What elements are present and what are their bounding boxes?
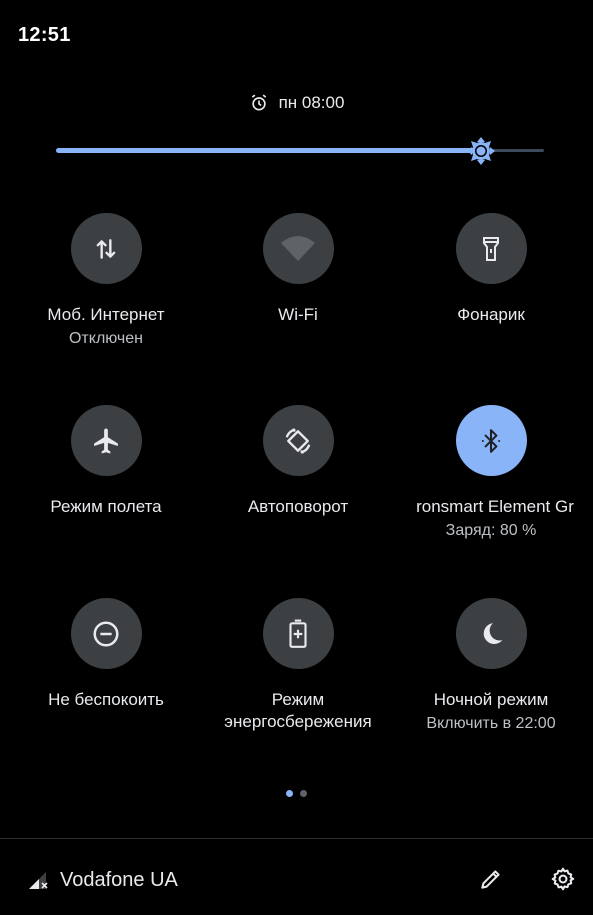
tile-airplane-mode[interactable]: Режим полета (11, 405, 201, 518)
tile-flashlight-button[interactable] (455, 213, 527, 284)
brightness-level (56, 148, 481, 153)
tile-battery-saver[interactable]: Режим энергосбережения (203, 598, 393, 733)
tile-label: Не беспокоить (48, 690, 164, 709)
airplane-icon (94, 428, 118, 453)
auto-rotate-icon (285, 428, 311, 453)
carrier-name: Vodafone UA (60, 869, 178, 891)
tile-night-mode-button[interactable] (455, 598, 527, 669)
tile-label: Режим энергосбережения (224, 690, 372, 731)
tile-status: Заряд: 80 % (445, 522, 537, 539)
mobile-data-icon (96, 238, 116, 259)
settings-gear-icon[interactable] (550, 866, 576, 892)
tile-airplane-button[interactable] (70, 405, 142, 476)
tile-label: Автоповорот (247, 497, 349, 516)
tile-auto-rotate[interactable]: Автоповорот (203, 405, 393, 518)
tile-label: Фонарик (457, 305, 525, 324)
page-indicator (0, 790, 593, 797)
tile-status: Включить в 22:00 (426, 715, 556, 732)
tile-battery-saver-button[interactable] (262, 598, 334, 669)
bluetooth-icon (481, 428, 501, 453)
night-mode-icon (483, 622, 503, 644)
tile-status: Отключен (68, 330, 143, 347)
brightness-slider[interactable] (56, 137, 544, 165)
tile-bluetooth-button[interactable] (455, 405, 527, 476)
tile-label: Моб. Интернет (47, 305, 165, 324)
tile-dnd-button[interactable] (70, 598, 142, 669)
brightness-sun-icon[interactable] (466, 136, 496, 166)
tile-label: ronsmart Element Gr (416, 497, 574, 516)
tile-wifi-button[interactable] (262, 213, 334, 284)
tile-night-mode[interactable]: Ночной режим Включить в 22:00 (396, 598, 586, 735)
tile-do-not-disturb[interactable]: Не беспокоить (11, 598, 201, 711)
footer-bar: Vodafone UA (0, 860, 593, 900)
tile-wifi[interactable]: Wi-Fi (203, 213, 393, 326)
page-dot-2[interactable] (300, 790, 307, 797)
do-not-disturb-icon (93, 621, 119, 646)
footer-divider (0, 838, 593, 839)
alarm-text: пн 08:00 (278, 93, 345, 112)
tile-label: Ночной режим (433, 690, 549, 709)
next-alarm[interactable]: пн 08:00 (0, 92, 593, 114)
tile-mobile-data-button[interactable] (70, 213, 142, 284)
alarm-clock-icon (251, 94, 266, 111)
flashlight-icon (483, 236, 499, 261)
tile-label: Wi-Fi (278, 305, 318, 324)
page-dot-1[interactable] (286, 790, 293, 797)
edit-pencil-icon[interactable] (478, 866, 504, 892)
battery-saver-icon (289, 619, 307, 648)
tile-label: Режим полета (50, 497, 162, 516)
status-bar-time: 12:51 (18, 24, 71, 46)
tile-flashlight[interactable]: Фонарик (396, 213, 586, 326)
tile-bluetooth[interactable]: ronsmart Element Gr Заряд: 80 % (396, 405, 586, 542)
tile-auto-rotate-button[interactable] (262, 405, 334, 476)
signal-strength-icon (29, 872, 48, 889)
tile-mobile-data[interactable]: Моб. Интернет Отключен (11, 213, 201, 350)
wifi-icon (281, 235, 315, 261)
